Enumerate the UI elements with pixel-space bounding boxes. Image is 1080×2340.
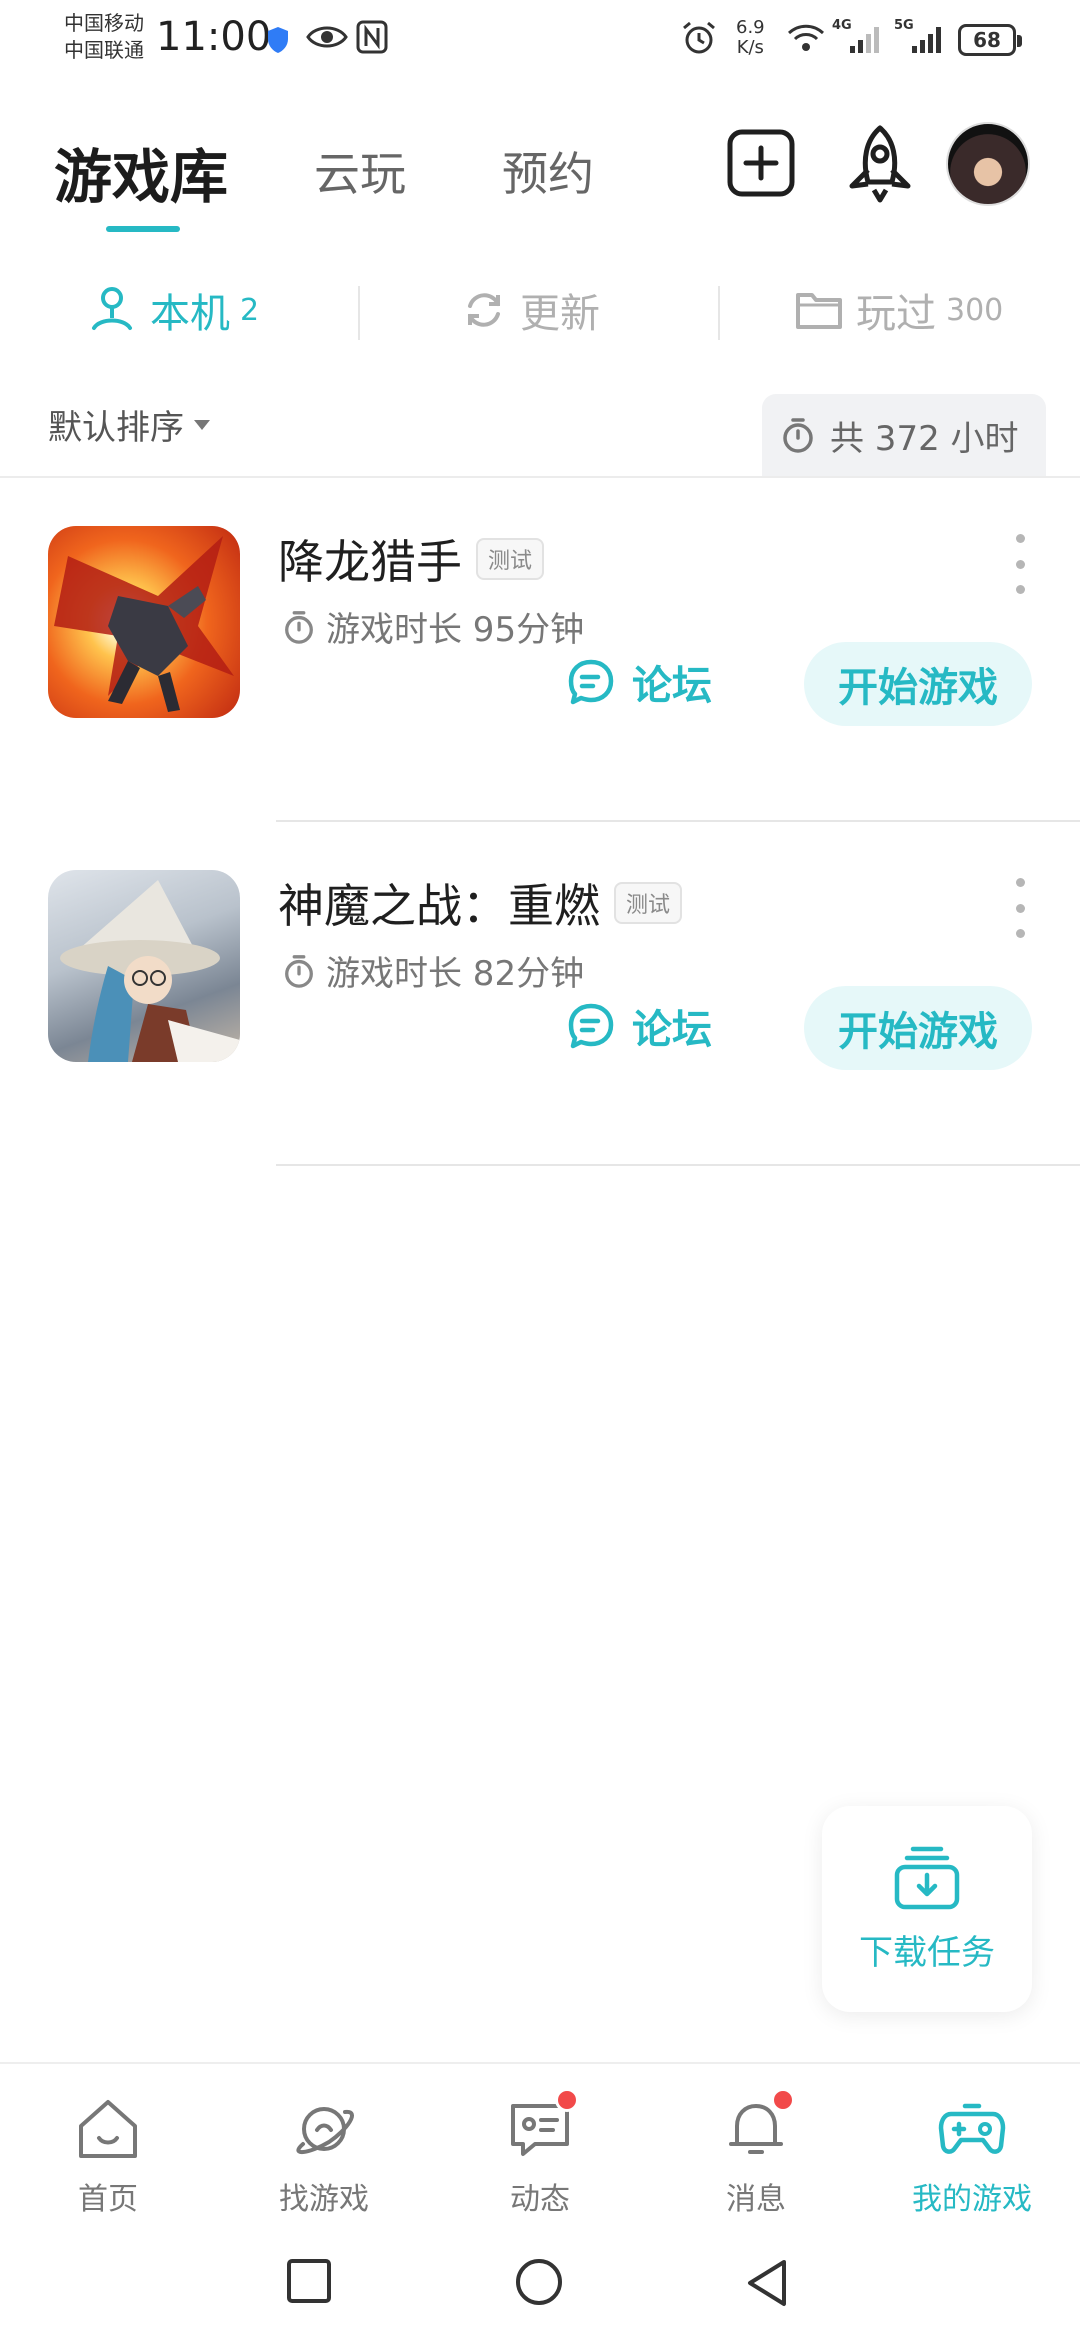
download-task-button[interactable]: 下载任务 <box>822 1806 1032 2012</box>
forum-label: 论坛 <box>632 1007 712 1053</box>
stopwatch-icon <box>285 610 313 644</box>
nav-home[interactable]: 首页 <box>18 2094 198 2218</box>
user-avatar[interactable] <box>946 122 1030 206</box>
nav-my-games[interactable]: 我的游戏 <box>882 2094 1062 2218</box>
game-title-text: 降龙猎手 <box>278 535 462 589</box>
nav-find-games[interactable]: 找游戏 <box>234 2094 414 2218</box>
nfc-icon <box>356 20 388 54</box>
tab-reservation[interactable]: 预约 <box>502 138 594 204</box>
caret-down-icon <box>194 419 210 430</box>
sort-dropdown[interactable]: 默认排序 <box>48 400 210 449</box>
alarm-icon <box>683 21 715 54</box>
game-playtime: 游戏时长 95分钟 <box>282 602 584 651</box>
game-icon-gods-war[interactable] <box>48 870 240 1062</box>
game-playtime-text: 游戏时长 95分钟 <box>326 610 585 650</box>
game-list-item[interactable]: 神魔之战：重燃 测试 游戏时长 82分钟 论坛 开始游戏 <box>0 822 1080 1166</box>
signal-2-icon <box>912 27 941 53</box>
nav-feed[interactable]: 动态 <box>450 2088 630 2218</box>
download-task-label: 下载任务 <box>859 1932 995 1973</box>
tab-game-library[interactable]: 游戏库 <box>54 130 228 214</box>
item-divider <box>276 1164 1080 1166</box>
filter-tabs: 本机 2 更新 玩过 300 <box>0 270 1080 350</box>
filter-local-count: 2 <box>240 292 260 328</box>
tab-cloud-play[interactable]: 云玩 <box>314 138 406 204</box>
notification-badge <box>555 2088 579 2112</box>
more-options-icon[interactable] <box>1012 878 1028 938</box>
test-tag: 测试 <box>476 538 545 580</box>
dragon-artwork <box>54 536 234 712</box>
home-button-icon[interactable] <box>514 2258 564 2308</box>
recent-apps-icon[interactable] <box>286 2258 332 2304</box>
user-pin-icon <box>92 287 132 330</box>
battery-indicator: 68 <box>958 24 1022 56</box>
stopwatch-icon <box>783 418 813 453</box>
total-playtime: 共 372 小时 <box>830 418 1019 459</box>
total-playtime-chip: 共 372 小时 <box>762 394 1046 476</box>
home-icon <box>79 2100 137 2158</box>
forum-icon <box>568 659 614 705</box>
bottom-navigation: 首页 找游戏 动态 消息 我的游戏 <box>0 2062 1080 2224</box>
speed-value: 6.9 <box>736 17 765 38</box>
game-list-item[interactable]: 降龙猎手 测试 游戏时长 95分钟 论坛 开始游戏 <box>0 478 1080 822</box>
filter-local[interactable]: 本机 2 <box>86 282 259 338</box>
game-title-text: 神魔之战：重燃 <box>278 879 600 933</box>
nav-messages-label: 消息 <box>726 2182 786 2217</box>
wifi-icon <box>787 24 825 51</box>
top-header: 游戏库 云玩 预约 <box>0 110 1080 240</box>
filter-separator <box>358 286 360 340</box>
carrier-info: 中国移动 中国联通 <box>64 10 144 64</box>
filter-played[interactable]: 玩过 300 <box>794 282 1003 338</box>
clock: 11:00 <box>156 14 272 60</box>
stopwatch-icon <box>285 954 313 988</box>
network-speed: 6.9 K/s <box>736 18 765 58</box>
back-icon[interactable] <box>744 2258 790 2308</box>
more-options-icon[interactable] <box>1012 534 1028 594</box>
game-playtime: 游戏时长 82分钟 <box>282 946 584 995</box>
folder-icon <box>796 293 842 329</box>
forum-icon <box>568 1003 614 1049</box>
carrier-1: 中国移动 <box>64 11 144 35</box>
gamepad-icon <box>938 2103 1006 2154</box>
filter-separator <box>718 286 720 340</box>
status-bar: 中国移动 中国联通 11:00 6.9 K/s 4G 5G 68 <box>0 0 1080 80</box>
signal-1-icon <box>850 27 879 53</box>
add-square-icon[interactable] <box>726 128 796 198</box>
game-playtime-text: 游戏时长 82分钟 <box>326 954 585 994</box>
start-game-button[interactable]: 开始游戏 <box>804 986 1032 1070</box>
rocket-icon[interactable] <box>842 124 918 204</box>
active-tab-indicator <box>106 226 180 232</box>
filter-played-count: 300 <box>946 292 1004 328</box>
refresh-icon <box>468 293 500 327</box>
shield-icon <box>268 27 288 53</box>
filter-update[interactable]: 更新 <box>460 282 600 338</box>
system-navigation-bar <box>0 2224 1080 2340</box>
filter-played-label: 玩过 <box>856 291 936 337</box>
nav-find-games-label: 找游戏 <box>279 2182 369 2217</box>
nav-feed-label: 动态 <box>510 2182 570 2217</box>
nav-messages[interactable]: 消息 <box>666 2088 846 2218</box>
nav-home-label: 首页 <box>78 2182 138 2217</box>
planet-icon <box>296 2107 354 2154</box>
game-title: 神魔之战：重燃 测试 <box>278 870 683 936</box>
sort-label: 默认排序 <box>48 408 184 448</box>
filter-update-label: 更新 <box>520 291 600 337</box>
download-tray-icon <box>894 1846 960 1909</box>
game-icon-dragon-hunter[interactable] <box>48 526 240 718</box>
forum-label: 论坛 <box>632 663 712 709</box>
forum-button[interactable]: 论坛 <box>566 650 712 714</box>
nav-my-games-label: 我的游戏 <box>912 2182 1032 2217</box>
filter-local-label: 本机 <box>150 291 230 337</box>
test-tag: 测试 <box>614 882 683 924</box>
witch-artwork <box>60 880 240 1062</box>
carrier-2: 中国联通 <box>64 38 144 62</box>
speed-unit: K/s <box>736 37 764 58</box>
eye-icon <box>306 26 348 48</box>
start-game-button[interactable]: 开始游戏 <box>804 642 1032 726</box>
game-title: 降龙猎手 测试 <box>278 526 545 592</box>
notification-badge <box>771 2088 795 2112</box>
forum-button[interactable]: 论坛 <box>566 994 712 1058</box>
